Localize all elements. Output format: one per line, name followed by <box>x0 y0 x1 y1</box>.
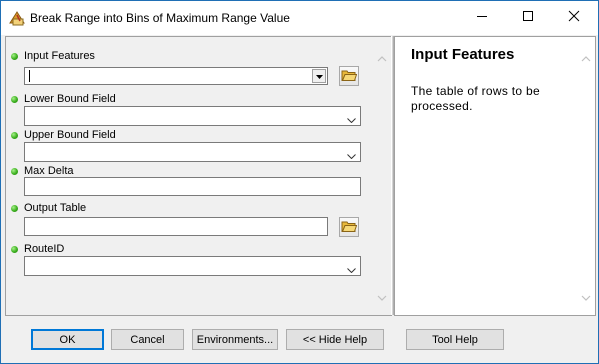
lower-bound-field-select[interactable] <box>24 106 361 126</box>
help-title: Input Features <box>411 46 515 63</box>
required-indicator-icon <box>11 168 18 175</box>
title-bar[interactable]: Break Range into Bins of Maximum Range V… <box>1 1 598 35</box>
text-cursor <box>29 70 30 82</box>
chevron-down-icon <box>347 114 356 126</box>
scroll-up-icon[interactable] <box>377 53 387 65</box>
routeid-label: RouteID <box>24 243 65 255</box>
max-delta-label: Max Delta <box>24 165 74 177</box>
tool-help-button[interactable]: Tool Help <box>406 329 504 350</box>
routeid-select[interactable] <box>24 256 361 276</box>
max-delta-input[interactable] <box>24 177 361 196</box>
maximize-button[interactable] <box>505 1 551 34</box>
required-indicator-icon <box>11 246 18 253</box>
output-table-browse-button[interactable] <box>339 217 359 237</box>
chevron-down-icon <box>347 264 356 276</box>
maximize-icon <box>522 10 534 25</box>
help-description: The table of rows to be processed. <box>411 84 540 113</box>
parameters-scrollbar[interactable] <box>373 37 391 315</box>
folder-open-icon <box>341 219 358 236</box>
chevron-down-icon <box>315 70 323 82</box>
required-indicator-icon <box>11 205 18 212</box>
cancel-button[interactable]: Cancel <box>111 329 184 350</box>
input-features-label: Input Features <box>24 50 95 62</box>
input-features-combobox[interactable] <box>24 67 328 85</box>
required-indicator-icon <box>11 96 18 103</box>
minimize-icon <box>476 10 488 25</box>
help-panel: Input Features The table of rows to be p… <box>394 36 596 316</box>
minimize-button[interactable] <box>459 1 505 34</box>
lower-bound-field-label: Lower Bound Field <box>24 93 116 105</box>
input-features-browse-button[interactable] <box>339 66 359 86</box>
output-table-label: Output Table <box>24 202 87 214</box>
output-table-input[interactable] <box>24 217 328 236</box>
ok-button[interactable]: OK <box>31 329 104 350</box>
upper-bound-field-select[interactable] <box>24 142 361 162</box>
app-icon <box>8 10 26 26</box>
parameters-panel: Input Features Lower Bound Field Upper B… <box>5 36 392 316</box>
dropdown-button[interactable] <box>312 69 326 83</box>
chevron-down-icon <box>347 150 356 162</box>
close-button[interactable] <box>551 1 597 34</box>
scroll-up-icon[interactable] <box>581 53 591 65</box>
environments-button[interactable]: Environments... <box>192 329 278 350</box>
hide-help-button[interactable]: << Hide Help <box>286 329 384 350</box>
upper-bound-field-label: Upper Bound Field <box>24 129 116 141</box>
required-indicator-icon <box>11 132 18 139</box>
window-title: Break Range into Bins of Maximum Range V… <box>30 11 290 25</box>
required-indicator-icon <box>11 53 18 60</box>
close-icon <box>568 10 580 25</box>
tool-dialog-window: Break Range into Bins of Maximum Range V… <box>0 0 599 364</box>
scroll-down-icon[interactable] <box>581 292 591 304</box>
folder-open-icon <box>341 68 358 85</box>
help-scrollbar[interactable] <box>577 37 595 315</box>
scroll-down-icon[interactable] <box>377 292 387 304</box>
